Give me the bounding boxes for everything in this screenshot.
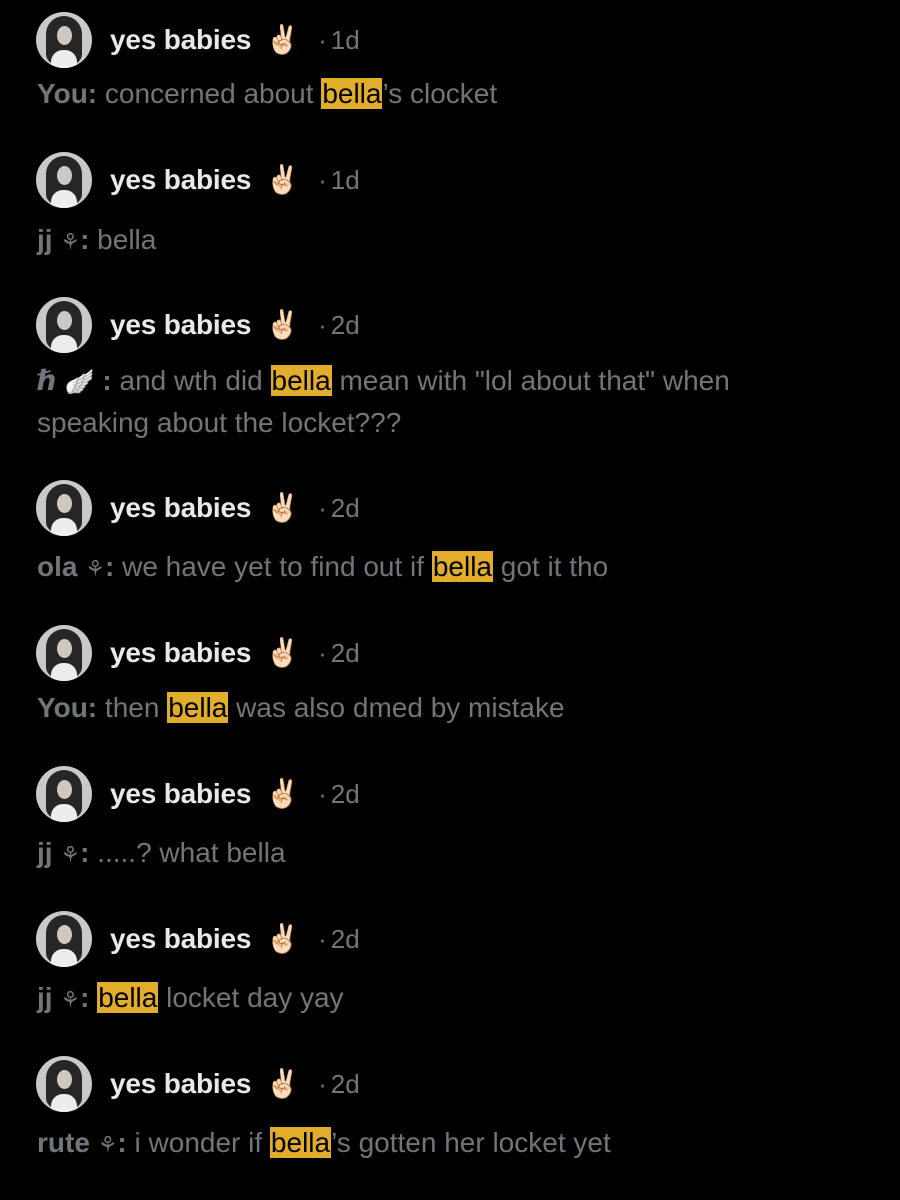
result-header: yes babies ✌🏻 · 1d: [36, 12, 360, 68]
message-preview: jj ⚘: bella: [37, 220, 837, 262]
timestamp: 2d: [330, 1068, 360, 1099]
message-text-after: was also dmed by mistake: [228, 692, 565, 723]
search-highlight: bella: [431, 551, 493, 582]
separator-dot: ·: [318, 309, 327, 340]
separator-dot: ·: [318, 637, 327, 668]
message-text-after: locket day yay: [158, 982, 344, 1013]
message-text-before: .....? what bella: [89, 837, 286, 868]
result-header: yes babies ✌🏻 · 2d: [36, 297, 360, 353]
separator-dot: ·: [318, 24, 327, 55]
conversation-name: yes babies: [110, 1068, 252, 1099]
timestamp: 2d: [330, 778, 360, 809]
peace-sign-icon: ✌🏻: [265, 164, 301, 195]
group-avatar: [36, 480, 92, 536]
timestamp: 2d: [330, 309, 360, 340]
sender-name: You:: [37, 78, 98, 109]
timestamp: 1d: [330, 164, 360, 195]
message-text-after: ’s clocket: [382, 78, 498, 109]
timestamp: 2d: [330, 923, 360, 954]
peace-sign-icon: ✌🏻: [265, 923, 301, 954]
flower-icon: ⚘: [60, 842, 81, 867]
separator-dot: ·: [318, 164, 327, 195]
message-preview: jj ⚘: .....? what bella: [37, 833, 837, 875]
message-text-before: then: [97, 692, 168, 723]
search-highlight: bella: [167, 692, 229, 723]
peace-sign-icon: ✌🏻: [265, 778, 301, 809]
result-header: yes babies ✌🏻 · 2d: [36, 766, 360, 822]
separator-dot: ·: [318, 923, 327, 954]
timestamp: 2d: [330, 492, 360, 523]
peace-sign-icon: ✌🏻: [265, 492, 301, 523]
message-text-after: got it tho: [493, 551, 609, 582]
conversation-name: yes babies: [110, 637, 252, 668]
conversation-name: yes babies: [110, 778, 252, 809]
sender-name: rute: [37, 1127, 90, 1158]
flower-icon: ⚘: [97, 1132, 118, 1157]
timestamp: 1d: [330, 24, 360, 55]
sender-colon: :: [80, 224, 90, 255]
flower-icon: ⚘: [60, 987, 81, 1012]
group-avatar: [36, 911, 92, 967]
group-avatar: [36, 1056, 92, 1112]
message-text-before: bella: [89, 224, 157, 255]
separator-dot: ·: [318, 492, 327, 523]
conversation-name: yes babies: [110, 164, 252, 195]
sender-name: jj: [37, 837, 53, 868]
peace-sign-icon: ✌🏻: [265, 309, 301, 340]
separator-dot: ·: [318, 778, 327, 809]
search-highlight: bella: [269, 1127, 332, 1158]
message-text-before: i wonder if: [126, 1127, 270, 1158]
sender-colon: :: [94, 365, 112, 396]
search-highlight: bella: [97, 982, 159, 1013]
search-highlight: bella: [321, 78, 383, 109]
flower-icon: ⚘: [60, 229, 81, 254]
sender-name: ola: [37, 551, 78, 582]
group-avatar: [36, 625, 92, 681]
message-text-before: we have yet to find out if: [114, 551, 432, 582]
peace-sign-icon: ✌🏻: [265, 637, 301, 668]
group-avatar: [36, 12, 92, 68]
message-preview: ℏ 🪽 : and wth did bella mean with "lol a…: [37, 361, 837, 443]
sender-name: You:: [37, 692, 98, 723]
message-text-before: and wth did: [111, 365, 271, 396]
group-avatar: [36, 766, 92, 822]
flower-icon: ⚘: [85, 556, 105, 581]
peace-sign-icon: ✌🏻: [265, 24, 301, 55]
result-header: yes babies ✌🏻 · 2d: [36, 1056, 360, 1112]
sender-colon: :: [104, 551, 115, 582]
conversation-name: yes babies: [110, 24, 252, 55]
message-preview: ola ⚘: we have yet to find out if bella …: [37, 547, 837, 589]
result-header: yes babies ✌🏻 · 1d: [36, 152, 360, 208]
sender-name: ℏ: [37, 365, 57, 396]
result-header: yes babies ✌🏻 · 2d: [36, 625, 360, 681]
conversation-name: yes babies: [110, 923, 252, 954]
result-header: yes babies ✌🏻 · 2d: [36, 480, 360, 536]
conversation-name: yes babies: [110, 492, 252, 523]
message-text-before: concerned about: [97, 78, 322, 109]
message-preview: rute ⚘: i wonder if bella’s gotten her l…: [37, 1123, 837, 1165]
search-highlight: bella: [270, 365, 332, 396]
message-preview: jj ⚘: bella locket day yay: [37, 978, 837, 1020]
sender-name: jj: [37, 224, 53, 255]
message-preview: You: concerned about bella’s clocket: [37, 74, 837, 114]
separator-dot: ·: [318, 1068, 327, 1099]
conversation-name: yes babies: [110, 309, 252, 340]
peace-sign-icon: ✌🏻: [265, 1068, 301, 1099]
sender-colon: :: [80, 837, 90, 868]
sender-colon: :: [80, 982, 90, 1013]
group-avatar: [36, 297, 92, 353]
sender-colon: :: [117, 1127, 127, 1158]
timestamp: 2d: [330, 637, 360, 668]
sender-name: jj: [37, 982, 53, 1013]
result-header: yes babies ✌🏻 · 2d: [36, 911, 360, 967]
message-preview: You: then bella was also dmed by mistake: [37, 688, 837, 728]
message-text-after: ’s gotten her locket yet: [331, 1127, 611, 1158]
group-avatar: [36, 152, 92, 208]
wing-icon: 🪽: [64, 369, 95, 396]
